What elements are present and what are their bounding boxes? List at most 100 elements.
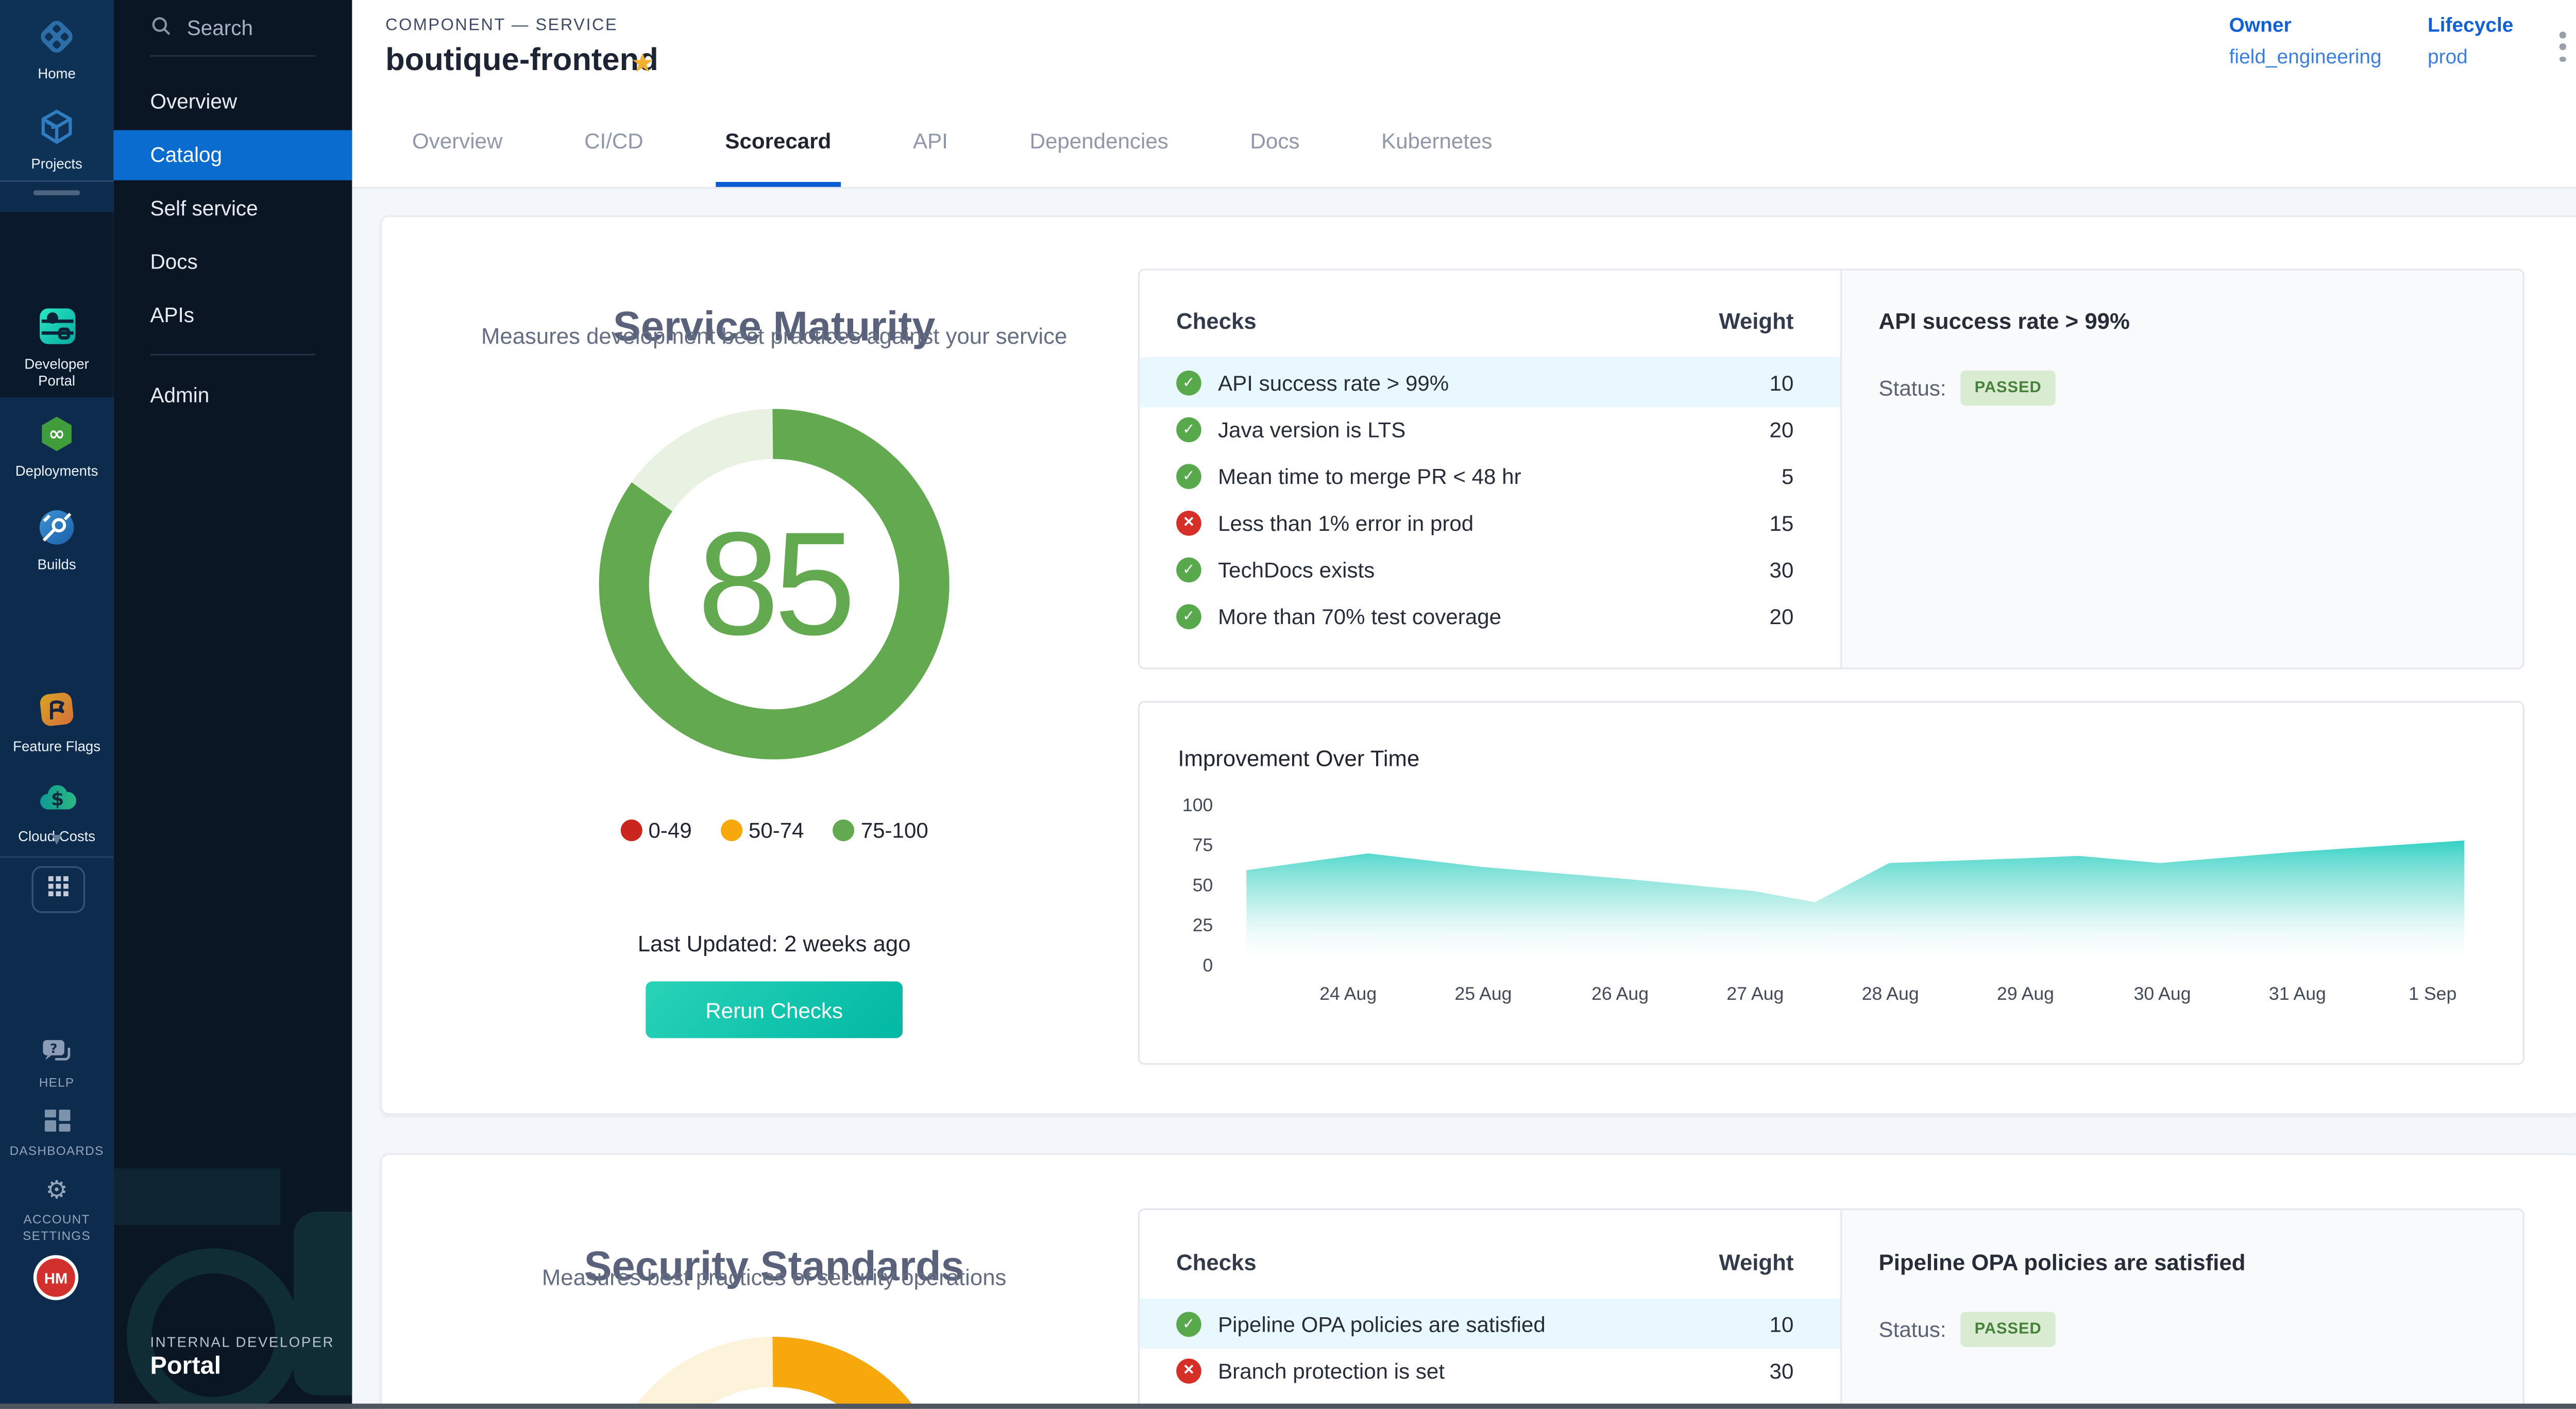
- tab-label: API: [913, 128, 948, 154]
- sidebar-item-docs[interactable]: Docs: [113, 237, 352, 287]
- rail-collapse-handle[interactable]: [33, 190, 80, 195]
- nav-help[interactable]: ? HELP: [0, 1036, 113, 1092]
- module-developer-portal[interactable]: Developer Portal: [0, 304, 113, 389]
- module-feature-flags[interactable]: Feature Flags: [0, 687, 113, 754]
- tab-cicd[interactable]: CI/CD: [584, 95, 643, 187]
- x-tick: 26 Aug: [1570, 985, 1670, 1005]
- sidebar-item-label: Self service: [150, 197, 258, 220]
- sidebar-decoration: [294, 1212, 352, 1395]
- tab-scorecard[interactable]: Scorecard: [725, 95, 831, 187]
- legend-label: 75-100: [861, 818, 928, 843]
- check-label: API success rate > 99%: [1218, 370, 1449, 395]
- check-label: TechDocs exists: [1218, 557, 1375, 582]
- nav-label: HELP: [39, 1075, 75, 1092]
- checks-panel: Checks Weight ✓API success rate > 99%10 …: [1138, 269, 2524, 669]
- tab-api[interactable]: API: [913, 95, 948, 187]
- chevron-down-icon[interactable]: ▼: [0, 831, 113, 850]
- score-value: 85: [599, 409, 950, 759]
- checks-table: Checks Weight ✓Pipeline OPA policies are…: [1140, 1210, 1840, 1408]
- scorecard-service-maturity: Service Maturity Measures development be…: [380, 215, 2576, 1115]
- home-icon: [35, 15, 78, 58]
- table-row[interactable]: ✓Pipeline OPA policies are satisfied10: [1140, 1299, 1840, 1349]
- window-bottom-edge: [0, 1404, 2576, 1409]
- checks-table: Checks Weight ✓API success rate > 99%10 …: [1140, 271, 1840, 668]
- deployments-icon: ∞: [35, 412, 78, 456]
- module-builds[interactable]: Builds: [0, 506, 113, 573]
- nav-dashboards[interactable]: DASHBOARDS: [0, 1108, 113, 1160]
- check-label: Java version is LTS: [1218, 416, 1405, 442]
- module-label: Builds: [38, 556, 76, 572]
- detail-title: API success rate > 99%: [1879, 309, 2130, 334]
- search-placeholder: Search: [187, 16, 253, 40]
- check-passed-icon: ✓: [1176, 370, 1201, 395]
- check-label: Branch protection is set: [1218, 1358, 1445, 1383]
- x-tick: 24 Aug: [1298, 985, 1398, 1005]
- table-row[interactable]: ✓More than 70% test coverage20: [1140, 591, 1840, 641]
- lifecycle-value[interactable]: prod: [2428, 45, 2513, 68]
- owner-label: Owner: [2229, 13, 2382, 37]
- rerun-checks-button[interactable]: Rerun Checks: [646, 981, 903, 1038]
- module-label: Deployments: [15, 462, 98, 479]
- sidebar-item-label: APIs: [150, 304, 194, 327]
- y-tick: 25: [1156, 916, 1213, 936]
- table-row[interactable]: ×Less than 1% error in prod15: [1140, 497, 1840, 547]
- x-tick: 1 Sep: [2383, 985, 2483, 1005]
- nav-label: DASHBOARDS: [10, 1143, 104, 1160]
- module-rail: Home Projects Developer Portal ∞ Deploym…: [0, 0, 113, 1408]
- sidebar-decoration: [127, 1248, 300, 1408]
- lifecycle-meta: Lifecycle prod: [2428, 13, 2513, 69]
- svg-text:$: $: [50, 788, 63, 810]
- table-row[interactable]: ✓API success rate > 99%10: [1140, 357, 1840, 407]
- tab-docs[interactable]: Docs: [1250, 95, 1299, 187]
- tab-label: Kubernetes: [1381, 128, 1492, 154]
- legend-item: 75-100: [833, 818, 928, 843]
- sidebar-item-overview[interactable]: Overview: [113, 77, 352, 127]
- tab-dependencies[interactable]: Dependencies: [1030, 95, 1168, 187]
- check-passed-icon: ✓: [1176, 557, 1201, 582]
- svg-text:?: ?: [50, 1041, 58, 1056]
- owner-value-link[interactable]: field_engineering: [2229, 45, 2382, 68]
- module-home[interactable]: Home: [0, 15, 113, 82]
- sidebar-item-apis[interactable]: APIs: [113, 290, 352, 340]
- check-passed-icon: ✓: [1176, 1311, 1201, 1336]
- y-tick: 100: [1156, 796, 1213, 816]
- table-row[interactable]: ✓Java version is LTS20: [1140, 404, 1840, 454]
- tab-kubernetes[interactable]: Kubernetes: [1381, 95, 1492, 187]
- nav-account-settings[interactable]: ⚙ ACCOUNT SETTINGS: [0, 1178, 113, 1245]
- legend-item: 0-49: [620, 818, 691, 843]
- module-label: Feature Flags: [13, 737, 100, 754]
- more-options-kebab-icon[interactable]: [2551, 28, 2574, 65]
- table-row[interactable]: ✓TechDocs exists30: [1140, 544, 1840, 594]
- user-avatar[interactable]: HM: [33, 1255, 78, 1300]
- status-badge: PASSED: [1961, 1312, 2055, 1347]
- table-row[interactable]: ×Branch protection is set30: [1140, 1345, 1840, 1395]
- sidebar-item-admin[interactable]: Admin: [113, 371, 352, 421]
- check-label: Less than 1% error in prod: [1218, 510, 1473, 535]
- last-updated-text: Last Updated: 2 weeks ago: [382, 931, 1166, 957]
- legend-item: 50-74: [720, 818, 804, 843]
- search-input[interactable]: Search: [150, 15, 253, 42]
- sidebar-item-label: Admin: [150, 384, 209, 407]
- module-picker-button[interactable]: [32, 866, 86, 913]
- check-label: Pipeline OPA policies are satisfied: [1218, 1311, 1546, 1336]
- favorite-star-icon[interactable]: ★: [631, 47, 654, 80]
- scorecard-subtitle: Measures development best practices agai…: [382, 324, 1166, 349]
- check-passed-icon: ✓: [1176, 463, 1201, 489]
- module-deployments[interactable]: ∞ Deployments: [0, 412, 113, 479]
- sidebar-item-catalog[interactable]: Catalog: [113, 130, 352, 180]
- legend-dot-amber: [720, 819, 742, 841]
- legend-dot-red: [620, 819, 641, 841]
- x-tick: 28 Aug: [1840, 985, 1940, 1005]
- legend-label: 50-74: [749, 818, 804, 843]
- page-title: boutique-frontend: [385, 43, 658, 80]
- check-failed-icon: ×: [1176, 1358, 1201, 1383]
- sidebar-item-self-service[interactable]: Self service: [113, 183, 352, 233]
- breadcrumb: COMPONENT — SERVICE: [385, 16, 618, 35]
- x-tick: 30 Aug: [2112, 985, 2212, 1005]
- module-projects[interactable]: Projects: [0, 105, 113, 172]
- area-series: [1246, 841, 2464, 966]
- tab-overview[interactable]: Overview: [412, 95, 502, 187]
- improvement-chart-card: Improvement Over Time 100 75 50 25 0 24 …: [1138, 701, 2524, 1065]
- table-row[interactable]: ✓Mean time to merge PR < 48 hr5: [1140, 450, 1840, 500]
- search-icon: [150, 15, 172, 42]
